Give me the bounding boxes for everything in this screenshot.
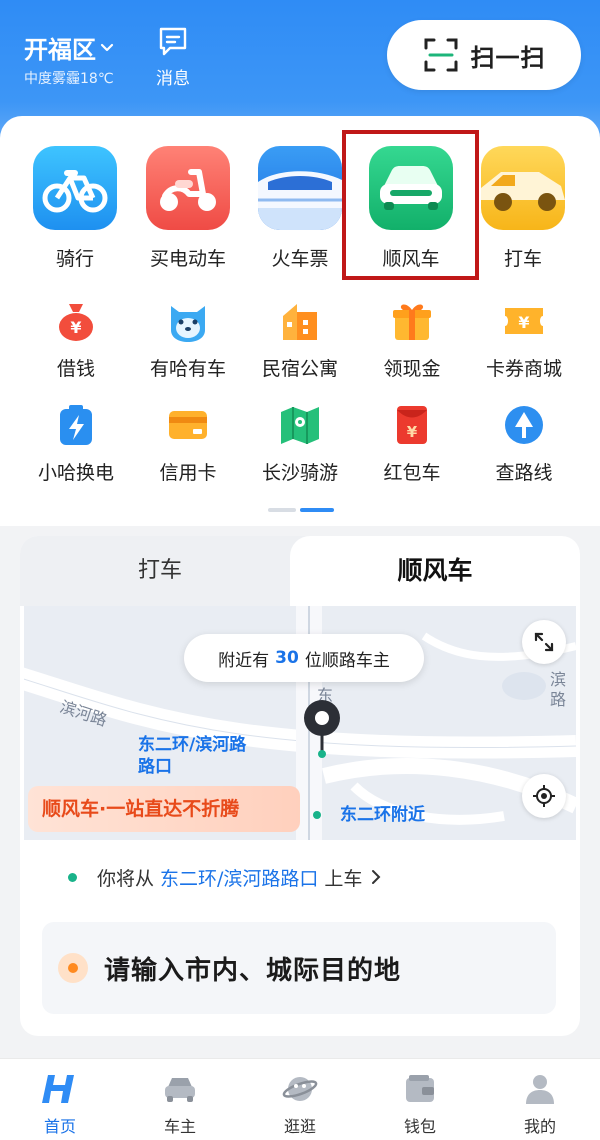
weather-info: 中度雾霾18℃ <box>24 71 114 87</box>
service-get-cash[interactable]: 领现金 <box>356 298 468 381</box>
map-view[interactable]: 滨河路 东 滨 路 附近有 30 位顺路车主 东二环/滨河路 路口 东二环附近 … <box>24 606 576 840</box>
service-label: 小哈换电 <box>37 462 114 484</box>
nav-explore[interactable]: 逛逛 <box>240 1059 360 1140</box>
tab-taxi[interactable]: 打车 <box>20 536 300 606</box>
expand-icon <box>534 632 554 652</box>
car-owner-icon <box>165 1078 195 1102</box>
battery-icon <box>60 405 92 445</box>
service-red-packet-car[interactable]: ¥ 红包车 <box>356 402 468 485</box>
service-label: 火车票 <box>271 248 329 270</box>
service-label: 民宿公寓 <box>261 358 338 380</box>
city-selector[interactable]: 开福区 <box>24 30 114 65</box>
service-label: 卡券商城 <box>485 358 562 380</box>
planet-icon <box>282 1077 318 1101</box>
near-point-label: 东二环附近 <box>340 805 425 825</box>
dog-face-icon <box>171 306 205 342</box>
gift-icon <box>393 304 431 340</box>
service-label: 领现金 <box>383 358 441 380</box>
service-label: 长沙骑游 <box>261 462 338 484</box>
svg-text:¥: ¥ <box>407 423 418 441</box>
service-youha[interactable]: 有哈有车 <box>132 298 244 381</box>
service-route-search[interactable]: 查路线 <box>468 402 580 485</box>
message-label: 消息 <box>156 69 190 89</box>
page-indicator <box>268 508 334 512</box>
nav-home[interactable]: 首页 <box>0 1059 120 1140</box>
scan-icon <box>424 38 457 72</box>
nearby-count: 30 <box>275 648 299 668</box>
city-name: 开福区 <box>24 36 96 64</box>
train-icon <box>258 146 342 230</box>
svg-text:¥: ¥ <box>70 318 81 337</box>
destination-placeholder: 请输入市内、城际目的地 <box>104 955 402 986</box>
carpool-highlight-frame <box>342 130 479 280</box>
service-taxi[interactable]: 打车 <box>478 146 568 271</box>
service-grid: 骑行 买电动车 火车票 顺风车 打车 ¥ 借钱 有哈有车 民宿公寓 领现金 ¥ … <box>0 116 600 526</box>
pickup-dot <box>68 872 77 882</box>
destination-input[interactable]: 请输入市内、城际目的地 <box>42 922 556 1014</box>
map-icon <box>281 407 319 444</box>
service-label: 查路线 <box>495 462 553 484</box>
destination-dot-icon <box>58 953 88 983</box>
money-bag-icon: ¥ <box>59 304 93 341</box>
near-point-dot <box>313 811 321 819</box>
ride-tabs: 打车 顺风车 <box>20 536 580 606</box>
message-button[interactable]: 消息 <box>148 24 198 89</box>
message-icon <box>159 27 187 56</box>
chevron-down-icon <box>100 43 114 51</box>
nearby-drivers-badge: 附近有 30 位顺路车主 <box>184 634 424 682</box>
tab-carpool[interactable]: 顺风车 <box>290 536 580 606</box>
ride-card: 打车 顺风车 滨河路 东 滨 路 附近有 30 位顺路车主 东二环/滨河路 路口… <box>20 536 580 1036</box>
service-label: 打车 <box>503 248 542 270</box>
bottom-navigation: 首页 车主 逛逛 钱包 我的 <box>0 1058 600 1140</box>
svg-text:¥: ¥ <box>518 313 529 332</box>
taxi-icon <box>481 146 565 230</box>
nav-car-owner[interactable]: 车主 <box>120 1059 240 1140</box>
service-coupon-mall[interactable]: ¥ 卡券商城 <box>468 298 580 381</box>
service-label: 借钱 <box>56 358 95 380</box>
credit-card-icon <box>169 411 207 439</box>
service-credit-card[interactable]: 信用卡 <box>132 402 244 485</box>
service-bicycle[interactable]: 骑行 <box>30 146 120 271</box>
service-loan[interactable]: ¥ 借钱 <box>20 298 132 381</box>
scooter-icon <box>146 146 230 230</box>
service-label: 有哈有车 <box>149 358 226 380</box>
service-label: 红包车 <box>383 462 441 484</box>
red-packet-icon: ¥ <box>397 406 427 444</box>
service-homestay[interactable]: 民宿公寓 <box>244 298 356 381</box>
service-label: 骑行 <box>55 248 94 270</box>
page-dot-active <box>300 508 334 512</box>
promo-banner[interactable]: 顺风车·一站直达不折腾 <box>28 786 300 832</box>
service-buy-ebike[interactable]: 买电动车 <box>143 146 233 271</box>
nav-wallet[interactable]: 钱包 <box>360 1059 480 1140</box>
location-pin-icon <box>304 700 340 758</box>
service-battery-swap[interactable]: 小哈换电 <box>20 402 132 485</box>
pickup-location-row[interactable]: 你将从 东二环/滨河路路口 上车 <box>20 852 580 902</box>
nav-profile[interactable]: 我的 <box>480 1059 600 1140</box>
scan-button[interactable]: 扫一扫 <box>387 20 581 90</box>
building-icon <box>283 304 317 340</box>
page-dot <box>268 508 296 512</box>
service-label: 信用卡 <box>159 462 217 484</box>
pickup-location: 东二环/滨河路路口 <box>160 867 319 890</box>
wallet-icon <box>406 1075 434 1102</box>
locate-icon <box>533 785 555 807</box>
pickup-point-label: 东二环/滨河路 路口 <box>138 735 247 777</box>
road-label: 路 <box>550 690 567 709</box>
service-train-ticket[interactable]: 火车票 <box>255 146 345 271</box>
expand-map-button[interactable] <box>522 620 566 664</box>
scan-label: 扫一扫 <box>470 43 546 72</box>
route-icon <box>505 406 543 444</box>
chevron-right-icon <box>372 870 381 884</box>
home-h-icon <box>42 1075 74 1103</box>
coupon-icon: ¥ <box>505 308 543 334</box>
locate-me-button[interactable] <box>522 774 566 818</box>
service-changsha-ride[interactable]: 长沙骑游 <box>244 402 356 485</box>
service-label: 买电动车 <box>149 248 226 270</box>
bicycle-icon <box>33 146 117 230</box>
profile-icon <box>526 1075 554 1104</box>
